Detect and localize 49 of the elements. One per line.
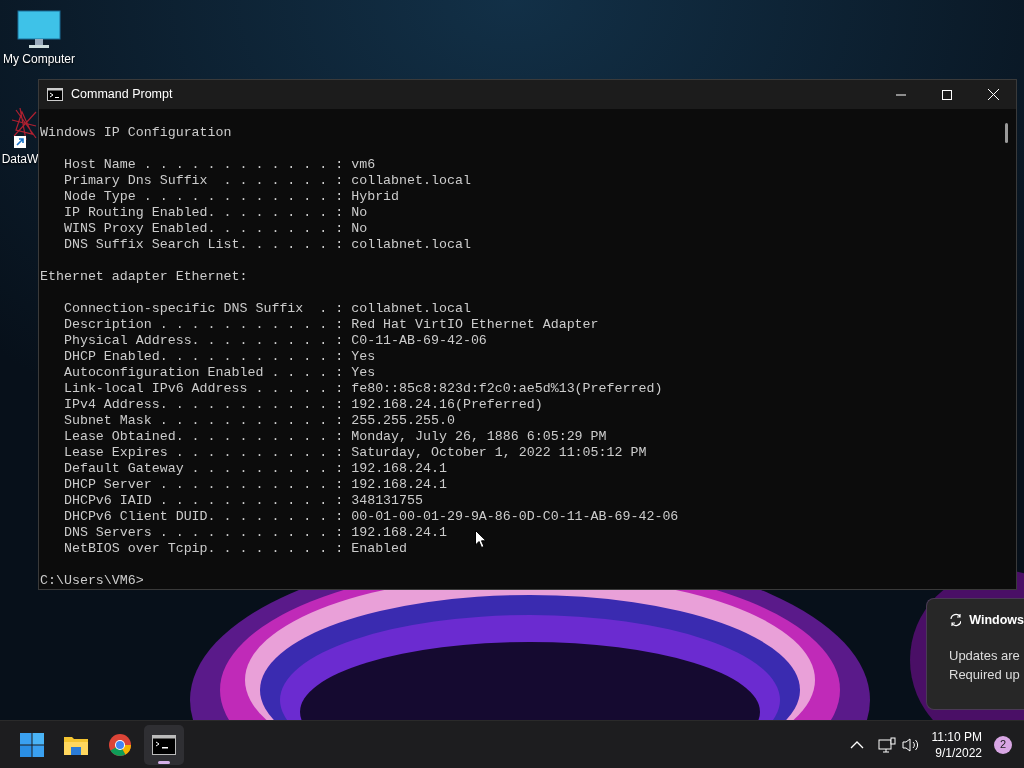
console-line: Link-local IPv6 Address . . . . . : fe80::85c8:823d:f2c0:ae5d%13(Preferred) (63, 381, 663, 397)
maximize-icon (942, 89, 952, 100)
refresh-icon (949, 613, 962, 628)
network-icon[interactable] (877, 736, 896, 753)
console-heading: Windows IP Configuration (40, 125, 232, 141)
close-icon (987, 89, 999, 100)
volume-icon[interactable] (901, 736, 920, 753)
console-line: IPv4 Address. . . . . . . . . . . : 192.168.24.16(Preferred) (63, 397, 543, 413)
console-line: DHCPv6 IAID . . . . . . . . . . . : 348131755 (63, 493, 423, 509)
console-line: DNS Suffix Search List. . . . . . : collabnet.local (63, 237, 471, 253)
notification-count-badge[interactable]: 2 (994, 735, 1012, 754)
console-line: DHCPv6 Client DUID. . . . . . . . : 00-01-00-01-29-9A-86-0D-C0-11-AB-69-42-06 (63, 509, 679, 525)
notification-title: Windows (969, 612, 1024, 629)
console-line: Description . . . . . . . . . . . : Red Hat VirtIO Ethernet Adapter (63, 317, 599, 333)
scrollbar-thumb[interactable] (1005, 123, 1008, 143)
clock[interactable]: 11:10 PM 9/1/2022 (925, 728, 988, 761)
console-line: NetBIOS over Tcpip. . . . . . . . : Enabled (63, 541, 408, 557)
notification-toast[interactable]: Windows Updates are Required up (926, 598, 1024, 710)
console-line: DHCP Enabled. . . . . . . . . . . : Yes (63, 349, 376, 365)
console-line: Host Name . . . . . . . . . . . . : vm6 (63, 157, 376, 173)
terminal-icon (152, 734, 176, 755)
notification-text: Required up (949, 665, 1021, 684)
browser-icon (108, 732, 132, 757)
monitor-icon[interactable] (17, 10, 61, 50)
console-line: Lease Obtained. . . . . . . . . . : Monday, July 26, 1886 6:05:29 PM (63, 429, 607, 445)
console-line: Subnet Mask . . . . . . . . . . . : 255.255.255.0 (63, 413, 455, 429)
terminal-taskbar-button[interactable] (144, 724, 184, 765)
console-line: DNS Servers . . . . . . . . . . . : 192.168.24.1 (63, 525, 447, 541)
start-icon (20, 732, 44, 757)
console-heading: Ethernet adapter Ethernet: (40, 269, 248, 285)
console-line: IP Routing Enabled. . . . . . . . : No (63, 205, 368, 221)
console-line: Primary Dns Suffix . . . . . . . : collabnet.local (63, 173, 471, 189)
cursor-icon (475, 530, 487, 549)
console-line: Connection-specific DNS Suffix . : collabnet.local (63, 301, 471, 317)
console-line: Autoconfiguration Enabled . . . . : Yes (63, 365, 376, 381)
active-indicator (158, 760, 170, 764)
console-line: DHCP Server . . . . . . . . . . . : 192.168.24.1 (63, 477, 447, 493)
console-line: Lease Expires . . . . . . . . . . : Saturday, October 1, 2022 11:05:12 PM (63, 445, 647, 461)
notification-text: Updates are (949, 646, 1021, 665)
chevron-up-icon[interactable] (849, 739, 864, 750)
icon-label: My Computer (3, 51, 75, 68)
console-line: Physical Address. . . . . . . . . : C0-11-AB-69-42-06 (63, 333, 487, 349)
terminal-icon (47, 88, 63, 101)
console-line: WINS Proxy Enabled. . . . . . . . : No (63, 221, 368, 237)
icon-label: DataW (1, 151, 39, 168)
window-title: Command Prompt (71, 86, 173, 104)
console-line: Node Type . . . . . . . . . . . . : Hybrid (63, 189, 400, 205)
console-line: Default Gateway . . . . . . . . . : 192.168.24.1 (63, 461, 447, 477)
command-prompt[interactable]: C:\Users\VM6> (40, 573, 679, 589)
